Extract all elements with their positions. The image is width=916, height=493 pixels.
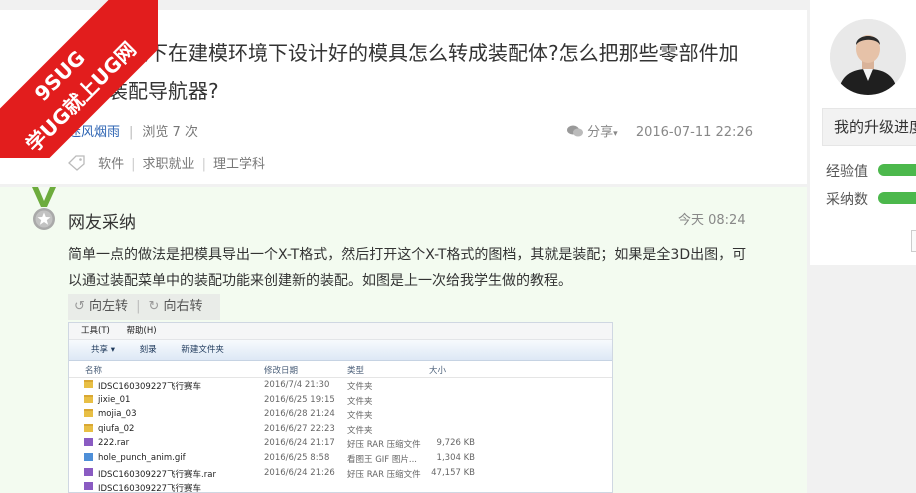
archive-icon bbox=[84, 467, 93, 476]
explorer-toolbar: 共享 ▾ 刻录 新建文件夹 bbox=[69, 340, 612, 361]
file-type: 好压 RAR 压缩文件 bbox=[347, 469, 421, 480]
header-size: 大小 bbox=[429, 366, 447, 376]
file-row: IDSC160309227飞行赛车 2016/7/4 21:30 文件夹 bbox=[69, 378, 612, 393]
watermark-ribbon: 9SUG 学UG就上UG网 bbox=[0, 0, 158, 158]
toolbar-new-folder: 新建文件夹 bbox=[181, 345, 224, 355]
file-name: IDSC160309227飞行赛车 bbox=[98, 484, 202, 493]
image-rotate-bar: ↺ 向左转 | ↻ 向右转 bbox=[68, 294, 220, 320]
folder-icon bbox=[84, 380, 93, 388]
folder-icon bbox=[84, 394, 93, 403]
answer-label: 网友采纳 bbox=[68, 213, 136, 233]
file-name: mojia_03 bbox=[98, 409, 137, 420]
tag-icon bbox=[68, 155, 86, 175]
upgrade-progress: 我的升级进度 bbox=[822, 108, 916, 146]
avatar[interactable] bbox=[830, 19, 906, 95]
file-name: IDSC160309227飞行赛车 bbox=[98, 382, 202, 392]
exp-label: 经验值 bbox=[826, 164, 868, 180]
share-icon[interactable] bbox=[567, 125, 583, 140]
file-row: IDSC160309227飞行赛车 bbox=[69, 480, 612, 493]
explorer-screenshot: 工具(T) 帮助(H) 共享 ▾ 刻录 新建文件夹 名称 修改日期 类型 大小 … bbox=[68, 322, 613, 493]
file-date: 2016/6/25 8:58 bbox=[264, 452, 330, 463]
file-type: 好压 RAR 压缩文件 bbox=[347, 440, 421, 451]
adopt-bar bbox=[878, 192, 916, 204]
file-type: 文件夹 bbox=[347, 411, 373, 422]
answer-text: 简单一点的做法是把模具导出一个X-T格式，然后打开这个X-T格式的图档，其就是装… bbox=[68, 247, 747, 289]
watermark-line2: 学UG就上UG网 bbox=[21, 37, 141, 157]
toolbar-share: 共享 ▾ bbox=[91, 345, 115, 355]
file-name: qiufa_02 bbox=[98, 423, 135, 434]
tag-science[interactable]: 理工学科 bbox=[213, 157, 265, 172]
menu-tools: 工具(T) bbox=[81, 326, 110, 336]
question-title: 我想请教下在建模环境下设计好的模具怎么转成装配体?怎么把那些零部件加入到装配导航… bbox=[68, 41, 739, 103]
file-row: qiufa_02 2016/6/27 22:23 文件夹 bbox=[69, 422, 612, 437]
file-row: 222.rar 2016/6/24 21:17 好压 RAR 压缩文件 9,726 K… bbox=[69, 436, 612, 451]
file-row: hole_punch_anim.gif 2016/6/25 8:58 看图王 GIF… bbox=[69, 451, 612, 466]
file-row: IDSC160309227飞行赛车.rar 2016/6/24 21:26 好压 R… bbox=[69, 466, 612, 481]
menu-help: 帮助(H) bbox=[126, 326, 157, 336]
file-type: 文件夹 bbox=[347, 382, 373, 392]
file-type: 文件夹 bbox=[347, 425, 373, 436]
header-name: 名称 bbox=[85, 366, 103, 376]
file-date: 2016/6/28 21:24 bbox=[264, 409, 335, 420]
header-type: 类型 bbox=[347, 366, 365, 376]
explorer-menubar: 工具(T) 帮助(H) bbox=[69, 323, 612, 340]
tag-jobs[interactable]: 求职就业 bbox=[143, 157, 195, 172]
rotate-right-button[interactable]: ↻ 向右转 bbox=[148, 294, 202, 320]
file-date: 2016/6/24 21:26 bbox=[264, 467, 335, 478]
exp-bar bbox=[878, 164, 916, 176]
tag-software[interactable]: 软件 bbox=[98, 157, 124, 172]
medal-icon bbox=[30, 187, 58, 237]
rotate-right-icon: ↻ bbox=[148, 299, 160, 314]
file-type: 看图王 GIF 图片... bbox=[347, 454, 417, 465]
file-row: mojia_03 2016/6/28 21:24 文件夹 bbox=[69, 407, 612, 422]
chevron-down-icon[interactable]: ▾ bbox=[613, 129, 618, 139]
file-type: 文件夹 bbox=[347, 396, 373, 407]
share-area: 分享▾ 2016-07-11 22:26 bbox=[567, 121, 753, 140]
file-size: 9,726 KB bbox=[436, 438, 475, 449]
rotate-left-button[interactable]: ↺ 向左转 bbox=[68, 294, 128, 320]
file-name: 222.rar bbox=[98, 438, 130, 449]
file-date: 2016/6/24 21:17 bbox=[264, 438, 335, 449]
file-date: 2016/6/25 19:15 bbox=[264, 394, 335, 405]
folder-icon bbox=[84, 423, 93, 432]
archive-icon bbox=[84, 438, 93, 447]
share-button[interactable]: 分享 bbox=[587, 125, 613, 140]
header-date: 修改日期 bbox=[264, 366, 299, 376]
file-date: 2016/7/4 21:30 bbox=[264, 380, 330, 390]
rotate-right-label: 向右转 bbox=[163, 299, 203, 314]
answer-card: 网友采纳 今天 08:24 简单一点的做法是把模具导出一个X-T格式，然后打开这… bbox=[0, 187, 807, 493]
file-name: jixie_01 bbox=[98, 394, 131, 405]
file-size: 1,304 KB bbox=[436, 452, 475, 463]
file-list: IDSC160309227飞行赛车 2016/7/4 21:30 文件夹 jixie_… bbox=[69, 378, 612, 493]
adopt-label: 采纳数 bbox=[826, 192, 868, 208]
rotate-left-icon: ↺ bbox=[74, 299, 85, 314]
sidebar-scroll-tab[interactable] bbox=[911, 230, 916, 252]
file-name: IDSC160309227飞行赛车.rar bbox=[98, 469, 216, 480]
file-name: hole_punch_anim.gif bbox=[98, 452, 186, 463]
user-sidebar: 我的升级进度 经验值 采纳数 bbox=[810, 0, 916, 265]
file-list-header: 名称 修改日期 类型 大小 bbox=[69, 361, 612, 378]
file-date: 2016/6/27 22:23 bbox=[264, 423, 335, 434]
answer-time: 今天 08:24 bbox=[678, 213, 746, 228]
folder-icon bbox=[84, 409, 93, 418]
question-date: 2016-07-11 22:26 bbox=[635, 125, 753, 140]
file-size: 47,157 KB bbox=[431, 467, 475, 478]
gif-icon bbox=[84, 452, 93, 461]
toolbar-burn: 刻录 bbox=[139, 345, 157, 355]
archive-icon bbox=[84, 482, 93, 491]
file-row: jixie_01 2016/6/25 19:15 文件夹 bbox=[69, 393, 612, 408]
rotate-left-label: 向左转 bbox=[89, 299, 129, 314]
